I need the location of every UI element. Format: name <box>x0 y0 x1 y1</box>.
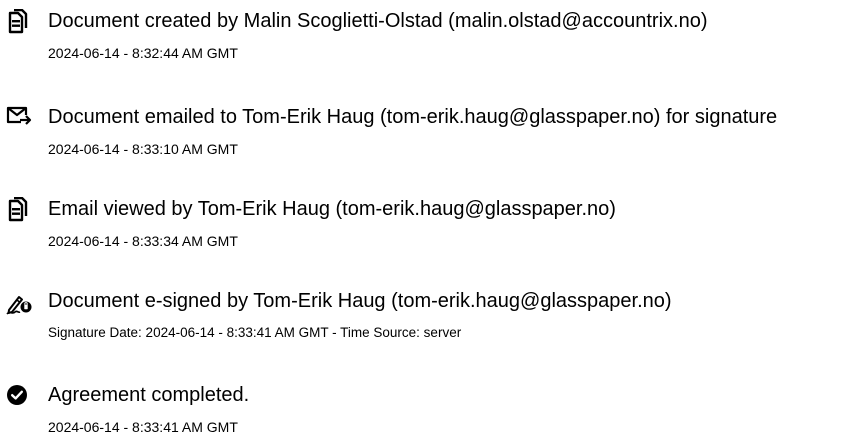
event-timestamp: 2024-06-14 - 8:33:34 AM GMT <box>48 233 238 249</box>
event-title: Email viewed by Tom-Erik Haug (tom-erik.… <box>48 198 616 220</box>
document-icon <box>6 197 32 223</box>
event-title: Document e-signed by Tom-Erik Haug (tom-… <box>48 290 672 312</box>
email-send-icon <box>6 105 32 131</box>
check-circle-icon <box>6 384 32 410</box>
document-icon <box>6 9 32 35</box>
event-title: Agreement completed. <box>48 384 250 406</box>
event-timestamp: Signature Date: 2024-06-14 - 8:33:41 AM … <box>48 325 462 340</box>
event-timestamp: 2024-06-14 - 8:33:10 AM GMT <box>48 141 238 157</box>
event-title: Document created by Malin Scoglietti-Ols… <box>48 10 708 32</box>
event-timestamp: 2024-06-14 - 8:33:41 AM GMT <box>48 419 238 435</box>
event-title: Document emailed to Tom-Erik Haug (tom-e… <box>48 106 778 128</box>
event-timestamp: 2024-06-14 - 8:32:44 AM GMT <box>48 45 238 61</box>
signature-pen-icon <box>6 291 32 317</box>
